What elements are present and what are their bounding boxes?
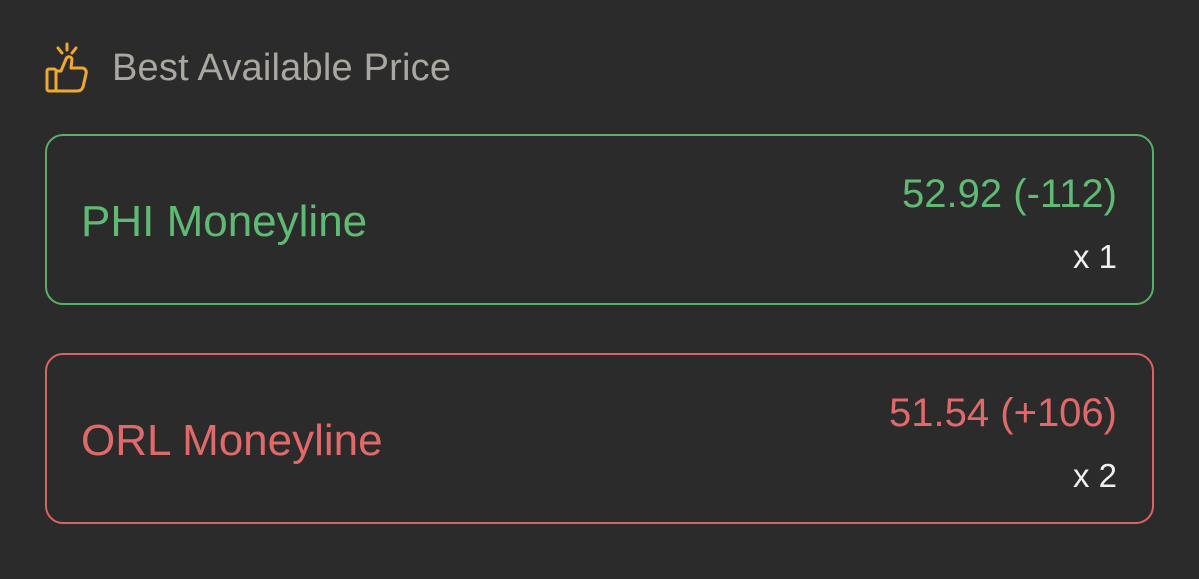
best-price-header: Best Available Price	[44, 38, 451, 98]
offer-card-phi[interactable]: PHI Moneyline 52.92 (-112) x 1	[45, 134, 1154, 305]
thumbs-up-icon	[45, 42, 88, 93]
header-title: Best Available Price	[112, 46, 452, 89]
offer-card-orl[interactable]: ORL Moneyline 51.54 (+106) x 2	[45, 353, 1154, 524]
offer-quantity: x 2	[1072, 457, 1117, 494]
offer-price: 51.54 (+106)	[889, 391, 1117, 435]
offer-price: 52.92 (-112)	[902, 172, 1117, 216]
offer-label: PHI Moneyline	[81, 197, 368, 246]
offer-label: ORL Moneyline	[81, 416, 383, 465]
offer-quantity: x 1	[1072, 238, 1117, 275]
